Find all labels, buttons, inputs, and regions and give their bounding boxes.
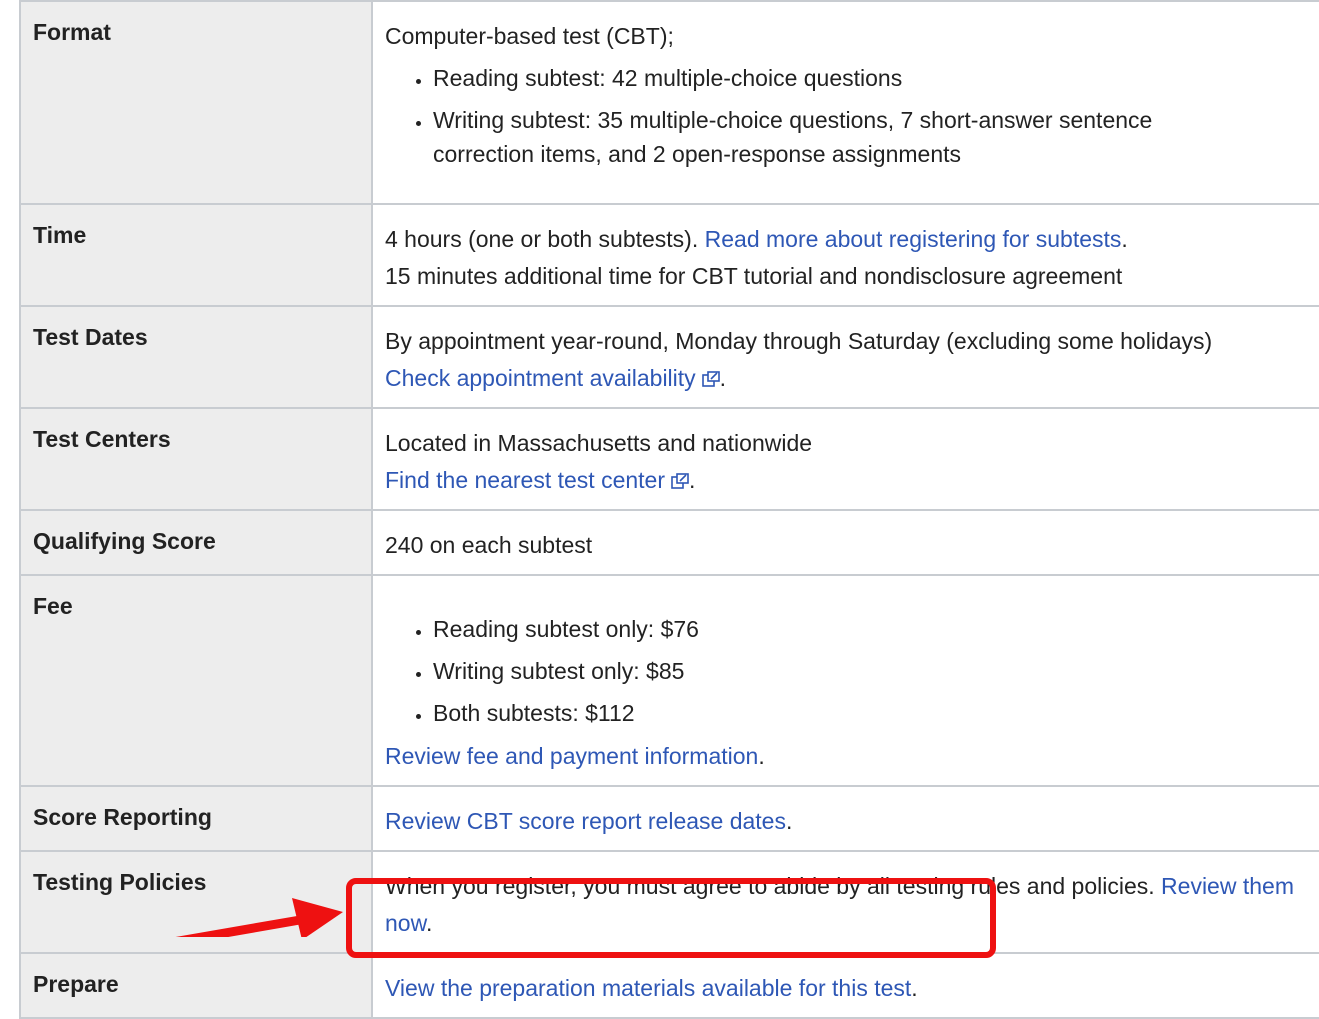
label-test-centers: Test Centers (19, 407, 373, 511)
label-test-dates: Test Dates (19, 305, 373, 409)
test-info-table: Format Computer-based test (CBT); Readin… (19, 0, 1319, 1019)
format-list: Reading subtest: 42 multiple-choice ques… (385, 61, 1319, 171)
row-fee: Fee Reading subtest only: $76 Writing su… (19, 574, 1319, 787)
label-qualifying-score: Qualifying Score (19, 509, 373, 576)
value-prepare: View the preparation materials available… (371, 952, 1319, 1019)
row-test-centers: Test Centers Located in Massachusetts an… (19, 407, 1319, 511)
testing-policies-period: . (425, 910, 433, 936)
value-test-centers: Located in Massachusetts and nationwide … (371, 407, 1319, 511)
row-qualifying-score: Qualifying Score 240 on each subtest (19, 509, 1319, 576)
value-time: 4 hours (one or both subtests). Read mor… (371, 203, 1319, 307)
nearest-test-center-label: Find the nearest test center (385, 467, 665, 493)
value-test-dates: By appointment year-round, Monday throug… (371, 305, 1319, 409)
preparation-materials-link[interactable]: View the preparation materials available… (385, 975, 911, 1001)
prepare-period: . (911, 975, 918, 1001)
format-intro: Computer-based test (CBT); (385, 23, 674, 49)
nearest-test-center-link[interactable]: Find the nearest test center (385, 467, 689, 493)
test-dates-text: By appointment year-round, Monday throug… (385, 328, 1213, 354)
label-score-reporting: Score Reporting (19, 785, 373, 852)
time-period: . (1121, 226, 1128, 252)
value-format: Computer-based test (CBT); Reading subte… (371, 0, 1319, 205)
label-fee: Fee (19, 574, 373, 787)
test-centers-period: . (689, 467, 696, 493)
score-release-dates-link[interactable]: Review CBT score report release dates (385, 808, 786, 834)
fee-item-writing: Writing subtest only: $85 (433, 654, 1319, 688)
label-format: Format (19, 0, 373, 205)
fee-list: Reading subtest only: $76 Writing subtes… (385, 612, 1319, 730)
test-centers-text: Located in Massachusetts and nationwide (385, 430, 813, 456)
format-item-writing: Writing subtest: 35 multiple-choice ques… (433, 103, 1319, 171)
row-score-reporting: Score Reporting Review CBT score report … (19, 785, 1319, 852)
row-time: Time 4 hours (one or both subtests). Rea… (19, 203, 1319, 307)
row-test-dates: Test Dates By appointment year-round, Mo… (19, 305, 1319, 409)
appointment-availability-link[interactable]: Check appointment availability (385, 365, 720, 391)
value-qualifying-score: 240 on each subtest (371, 509, 1319, 576)
fee-item-both: Both subtests: $112 (433, 696, 1319, 730)
value-score-reporting: Review CBT score report release dates. (371, 785, 1319, 852)
fee-item-reading: Reading subtest only: $76 (433, 612, 1319, 646)
appointment-availability-label: Check appointment availability (385, 365, 696, 391)
format-item-reading: Reading subtest: 42 multiple-choice ques… (433, 61, 1319, 95)
label-prepare: Prepare (19, 952, 373, 1019)
fee-period: . (758, 743, 765, 769)
label-testing-policies: Testing Policies (19, 850, 373, 954)
time-text: 4 hours (one or both subtests). (385, 226, 699, 252)
row-testing-policies: Testing Policies When you register, you … (19, 850, 1319, 954)
label-time: Time (19, 203, 373, 307)
row-prepare: Prepare View the preparation materials a… (19, 952, 1319, 1019)
test-dates-period: . (719, 365, 727, 391)
value-testing-policies: When you register, you must agree to abi… (371, 850, 1319, 954)
register-subtests-link[interactable]: Read more about registering for subtests (705, 226, 1122, 252)
score-reporting-period: . (785, 808, 793, 834)
row-format: Format Computer-based test (CBT); Readin… (19, 0, 1319, 205)
external-link-icon (671, 473, 689, 489)
testing-policies-text: When you register, you must agree to abi… (385, 873, 1155, 899)
fee-payment-link[interactable]: Review fee and payment information (385, 743, 758, 769)
time-line2: 15 minutes additional time for CBT tutor… (385, 263, 1123, 289)
external-link-icon (701, 371, 720, 387)
value-fee: Reading subtest only: $76 Writing subtes… (371, 574, 1319, 787)
